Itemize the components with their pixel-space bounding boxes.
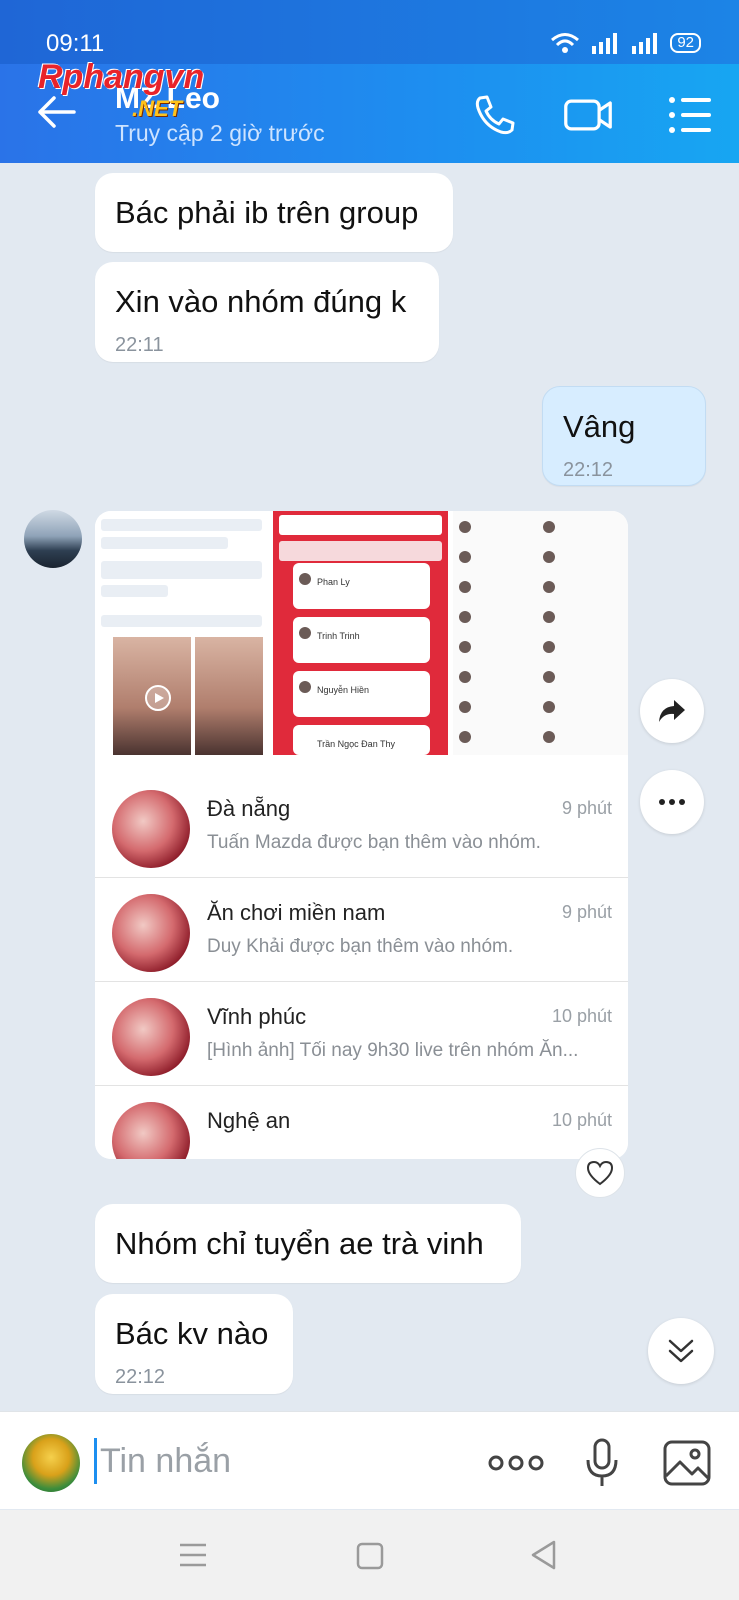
message-timestamp: 22:12 <box>115 1366 166 1388</box>
more-actions-icon[interactable] <box>487 1438 545 1488</box>
more-options-button[interactable] <box>640 770 704 834</box>
system-nav-bar <box>0 1510 739 1600</box>
group-list-item: Ăn chơi miền nam 9 phút Duy Khải được bạ… <box>95 878 628 982</box>
status-bar: 09:11 92 <box>0 0 739 64</box>
sender-avatar[interactable] <box>24 510 82 568</box>
text-caret <box>94 1438 97 1484</box>
thumbnail-contact-name: Phan Ly <box>317 577 350 587</box>
group-last-message: [Hình ảnh] Tối nay 9h30 live trên nhóm Ă… <box>207 1040 579 1061</box>
image-gallery-icon[interactable] <box>662 1438 712 1488</box>
group-time: 10 phút <box>551 1110 612 1130</box>
more-dots-icon <box>659 799 685 805</box>
signal-icon-2 <box>632 33 658 54</box>
status-time: 09:11 <box>46 30 105 57</box>
watermark-logo: Rphangvn <box>38 58 205 96</box>
group-name: Nghệ an <box>207 1108 291 1133</box>
group-avatar <box>112 998 190 1076</box>
signal-icon <box>592 33 618 54</box>
message-input-bar: Tin nhắn <box>0 1411 739 1509</box>
group-list-screenshot[interactable]: Đà nẵng 9 phút Tuấn Mazda được bạn thêm … <box>95 760 628 1159</box>
message-bubble-received[interactable]: Bác phải ib trên group <box>95 173 453 252</box>
message-bubble-received[interactable]: Nhóm chỉ tuyển ae trà vinh <box>95 1204 521 1283</box>
back-nav-icon[interactable] <box>530 1540 556 1570</box>
double-chevron-down-icon <box>668 1339 694 1363</box>
group-avatar <box>112 790 190 868</box>
heart-icon <box>586 1160 614 1186</box>
menu-list-icon[interactable] <box>665 92 715 138</box>
group-time: 10 phút <box>551 1006 612 1026</box>
play-icon[interactable] <box>145 685 171 711</box>
message-timestamp: 22:11 <box>115 334 164 356</box>
group-list-item: Vĩnh phúc 10 phút [Hình ảnh] Tối nay 9h3… <box>95 982 628 1086</box>
microphone-icon[interactable] <box>584 1438 620 1488</box>
react-heart-button[interactable] <box>575 1148 625 1198</box>
share-arrow-icon <box>659 700 685 722</box>
message-bubble-received[interactable]: Xin vào nhóm đúng k 22:11 <box>95 262 439 362</box>
thumbnail-contact-name: Trinh Trinh <box>317 631 360 641</box>
message-text: Vâng <box>563 409 636 444</box>
sticker-icon[interactable] <box>22 1434 80 1492</box>
message-text: Bác kv nào <box>115 1316 269 1351</box>
video-call-icon[interactable] <box>563 92 613 138</box>
group-time: 9 phút <box>561 798 612 818</box>
wifi-icon <box>551 33 580 53</box>
phone-call-icon[interactable] <box>470 92 520 138</box>
group-avatar <box>112 1102 190 1159</box>
message-text: Xin vào nhóm đúng k <box>115 284 407 319</box>
image-thumbnail-1[interactable] <box>95 511 268 755</box>
thumbnail-contact-name: Nguyễn Hiền <box>317 685 370 695</box>
message-timestamp: 22:12 <box>563 459 614 481</box>
status-icons: 92 <box>550 32 701 54</box>
group-time: 9 phút <box>561 902 612 922</box>
group-list-item: Đà nẵng 9 phút Tuấn Mazda được bạn thêm … <box>95 774 628 878</box>
battery-indicator: 92 <box>670 33 701 53</box>
group-name: Vĩnh phúc <box>207 1004 307 1029</box>
group-last-message: Tuấn Mazda được bạn thêm vào nhóm. <box>207 832 541 853</box>
watermark-logo-sub: .NET <box>132 96 183 121</box>
group-list-item: Nghệ an 10 phút <box>95 1086 628 1159</box>
group-name: Ăn chơi miền nam <box>207 900 386 925</box>
recent-apps-icon[interactable] <box>178 1542 208 1568</box>
message-input[interactable]: Tin nhắn <box>100 1442 231 1481</box>
share-button[interactable] <box>640 679 704 743</box>
group-last-message: Duy Khải được bạn thêm vào nhóm. <box>207 936 514 957</box>
chat-header: 09:11 92 MZ Leo Truy cập 2 giờ trước Rph… <box>0 0 739 163</box>
message-text: Nhóm chỉ tuyển ae trà vinh <box>115 1226 484 1261</box>
image-album-message[interactable]: Phan Ly Trinh Trinh Nguyễn Hiền Trần Ngọ… <box>95 511 628 1159</box>
thumbnail-contact-name: Trần Ngọc Đan Thy <box>317 739 396 749</box>
image-thumbnail-3[interactable] <box>453 511 628 755</box>
scroll-to-bottom-button[interactable] <box>648 1318 714 1384</box>
message-bubble-sent[interactable]: Vâng 22:12 <box>542 386 706 486</box>
group-avatar <box>112 894 190 972</box>
last-seen-status: Truy cập 2 giờ trước <box>115 120 325 146</box>
image-thumbnail-2[interactable]: Phan Ly Trinh Trinh Nguyễn Hiền Trần Ngọ… <box>273 511 448 755</box>
home-icon[interactable] <box>356 1542 384 1570</box>
message-bubble-received[interactable]: Bác kv nào 22:12 <box>95 1294 293 1394</box>
group-name: Đà nẵng <box>207 796 291 821</box>
message-text: Bác phải ib trên group <box>115 195 419 230</box>
